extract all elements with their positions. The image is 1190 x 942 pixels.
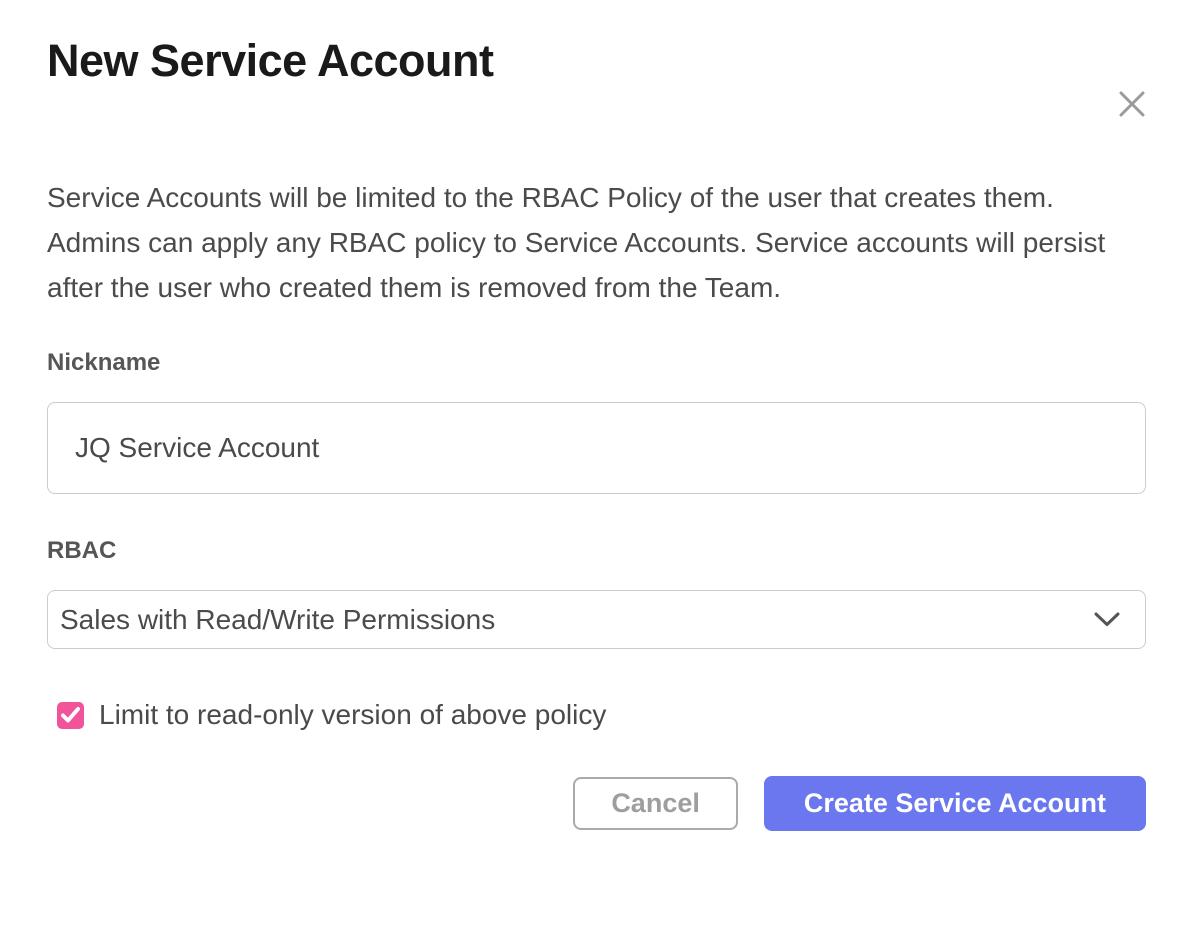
close-button[interactable] [1114,86,1150,122]
readonly-checkbox-row[interactable]: Limit to read-only version of above poli… [47,699,1146,731]
rbac-select-wrapper: Sales with Read/Write Permissions [47,590,1146,649]
new-service-account-modal: New Service Account Service Accounts wil… [0,38,1190,942]
readonly-checkbox-label: Limit to read-only version of above poli… [99,699,606,731]
create-service-account-button[interactable]: Create Service Account [764,776,1146,831]
readonly-checkbox[interactable] [57,702,84,729]
close-icon [1117,89,1147,119]
modal-title: New Service Account [47,38,1146,83]
cancel-button[interactable]: Cancel [573,777,738,830]
nickname-input[interactable] [47,402,1146,494]
rbac-label: RBAC [47,537,1146,565]
modal-actions: Cancel Create Service Account [47,776,1146,831]
nickname-label: Nickname [47,349,1146,377]
rbac-select[interactable]: Sales with Read/Write Permissions [47,590,1146,649]
modal-description: Service Accounts will be limited to the … [47,175,1146,310]
checkmark-icon [61,707,80,723]
